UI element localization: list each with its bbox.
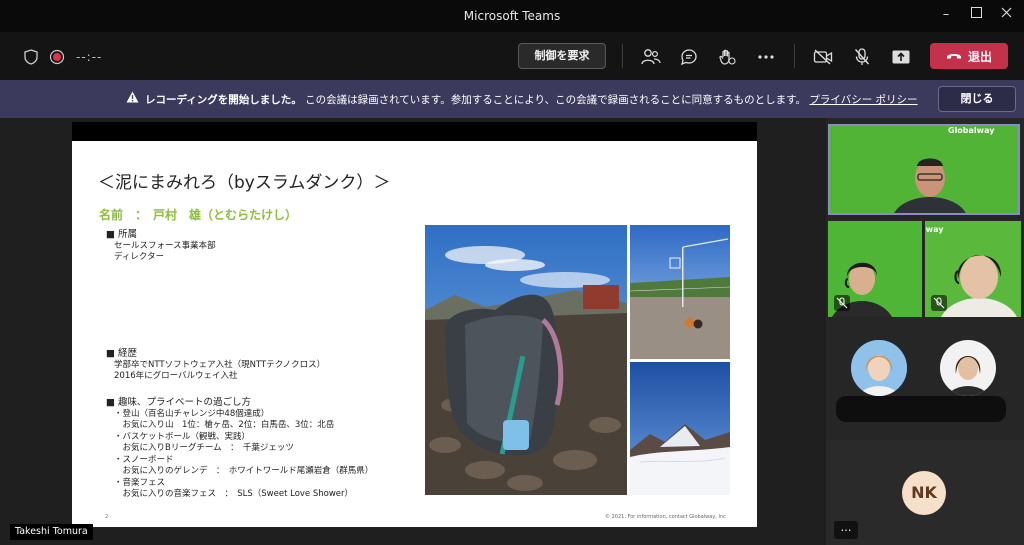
- section-line: お気に入りBリーグチーム ： 千葉ジェッツ: [114, 443, 294, 453]
- brand-watermark: Globalway: [948, 126, 995, 135]
- participant-video[interactable]: Globalway: [925, 221, 1021, 317]
- participant-avatar[interactable]: [940, 340, 996, 396]
- close-window-icon[interactable]: [998, 7, 1014, 23]
- section-line: ・スノーボード: [114, 454, 174, 465]
- participants-icon[interactable]: [640, 46, 662, 68]
- redacted-names: [836, 396, 1006, 422]
- title-bar: Microsoft Teams –: [0, 0, 1024, 32]
- slide-page-number: 2: [105, 514, 109, 520]
- banner-text: この会議は録画されています。参加することにより、この会議で録画されることに同意す…: [305, 94, 807, 106]
- participant-avatar[interactable]: [851, 340, 907, 396]
- meeting-timer: --:--: [76, 50, 103, 64]
- section-heading: ■ 所属: [106, 229, 137, 240]
- section-line: ・バスケットボール（観戦、実践）: [114, 431, 251, 442]
- section-heading: ■ 趣味、プライベートの過ごし方: [106, 397, 251, 408]
- banner-bold-text: レコーディングを開始しました。: [145, 94, 302, 106]
- recording-banner: レコーディングを開始しました。 この会議は録画されています。参加することにより、…: [0, 80, 1024, 118]
- warning-icon: [126, 91, 139, 103]
- section-heading: ■ 経歴: [106, 348, 137, 359]
- section-line: ・音楽フェス: [114, 477, 166, 488]
- toolbar-divider: [794, 44, 795, 68]
- chat-icon[interactable]: [678, 46, 700, 68]
- section-hobbies: ■ 趣味、プライベートの過ごし方 ・登山（百名山チャレンジ中48個達成） お気に…: [106, 397, 373, 501]
- backpack-photo: [425, 225, 627, 495]
- section-line: お気に入りの音楽フェス ： SLS（Sweet Love Shower）: [114, 489, 354, 499]
- privacy-policy-link[interactable]: プライバシー ポリシー: [809, 94, 917, 106]
- snow-slope-photo: [630, 362, 730, 495]
- basketball-court-photo: [630, 225, 730, 359]
- section-line: ディレクター: [114, 252, 165, 262]
- section-line: 2016年にグローバルウェイ入社: [114, 371, 238, 381]
- share-screen-icon[interactable]: [890, 46, 912, 68]
- section-career: ■ 経歴 学部卒でNTTソフトウェア入社（現NTTテクノクロス） 2016年にグ…: [106, 348, 325, 383]
- participant-video-active[interactable]: Globalway: [828, 124, 1020, 215]
- section-line: お気に入りのゲレンデ ： ホワイトワールド尾瀬岩倉（群馬県）: [114, 466, 374, 476]
- close-banner-button[interactable]: 閉じる: [938, 86, 1016, 112]
- section-line: 学部卒でNTTソフトウェア入社（現NTTテクノクロス）: [114, 359, 326, 370]
- maximize-icon[interactable]: [968, 7, 984, 23]
- leave-button[interactable]: 退出: [930, 43, 1008, 69]
- raise-hand-icon[interactable]: [716, 46, 738, 68]
- participant-video[interactable]: [828, 221, 922, 317]
- leave-label: 退出: [967, 49, 992, 64]
- slide-title: ＜泥にまみれろ（byスラムダンク）＞: [98, 173, 391, 193]
- shared-slide: ＜泥にまみれろ（byスラムダンク）＞ 名前 ： 戸村 雄（とむらたけし） ■ 所…: [72, 141, 757, 527]
- banner-message: レコーディングを開始しました。 この会議は録画されています。参加することにより、…: [145, 92, 918, 107]
- slide-copyright: © 2021. For information, contact Globalw…: [605, 514, 726, 520]
- presenter-name-tag: Takeshi Tomura: [10, 524, 93, 540]
- camera-off-icon[interactable]: [812, 46, 834, 68]
- toolbar-divider: [622, 44, 623, 68]
- minimize-icon[interactable]: –: [938, 7, 954, 23]
- section-affiliation: ■ 所属 セールスフォース事業本部 ディレクター: [106, 229, 216, 264]
- participant-initials-avatar[interactable]: NK: [902, 471, 946, 515]
- brand-watermark: Globalway: [925, 225, 944, 234]
- mic-off-icon[interactable]: [851, 46, 873, 68]
- slide-name-line: 名前 ： 戸村 雄（とむらたけし）: [99, 208, 298, 222]
- more-participants-button[interactable]: …: [834, 521, 858, 539]
- request-control-button[interactable]: 制御を要求: [518, 43, 606, 69]
- section-line: ・登山（百名山チャレンジ中48個達成）: [114, 408, 270, 419]
- muted-mic-icon: [931, 295, 947, 311]
- window-title: Microsoft Teams: [463, 9, 561, 23]
- more-options-icon[interactable]: [755, 46, 777, 68]
- hang-up-icon: [946, 54, 961, 59]
- section-line: セールスフォース事業本部: [114, 240, 216, 251]
- meeting-toolbar: --:-- 制御を要求 退出: [0, 32, 1024, 80]
- muted-mic-icon: [834, 295, 850, 311]
- shield-icon[interactable]: [20, 46, 42, 68]
- recording-icon: [46, 46, 68, 68]
- section-line: お気に入り山 1位：槍ヶ岳、2位：白馬岳、3位：北岳: [114, 420, 335, 430]
